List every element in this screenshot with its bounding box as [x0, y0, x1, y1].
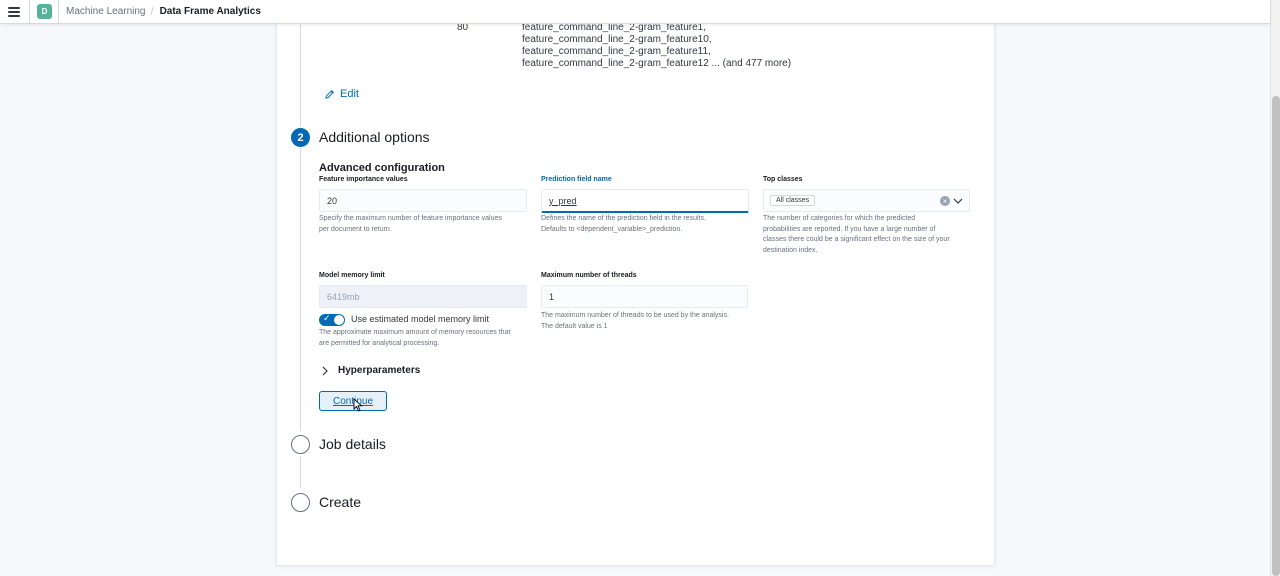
- breadcrumb-data-frame-analytics: Data Frame Analytics: [159, 6, 261, 17]
- help-line: Defaults to <dependent_variable>_predict…: [541, 225, 683, 233]
- step-title-additional-options: Additional options: [319, 129, 430, 145]
- step-title-job-details: Job details: [319, 436, 386, 452]
- hyperparameters-label: Hyperparameters: [338, 365, 421, 376]
- prediction-field-label: Prediction field name: [541, 176, 612, 183]
- included-field: feature_command_line_2-gram_feature11,: [522, 46, 711, 57]
- step-connector: [300, 456, 301, 488]
- top-classes-label: Top classes: [763, 176, 803, 183]
- model-memory-input[interactable]: 6419mb: [319, 285, 527, 308]
- chevron-right-icon: [322, 366, 328, 375]
- top-classes-help: The number of categories for which the p…: [763, 214, 950, 256]
- help-line: The approximate maximum amount of memory…: [319, 329, 511, 336]
- step-number-job-details: [291, 435, 310, 454]
- step-number-create: [291, 493, 310, 512]
- help-line: probabilities are reported. If you have …: [763, 225, 936, 233]
- edit-label: Edit: [340, 88, 359, 100]
- wizard-panel: 80 feature_command_line_2-gram_feature1,…: [276, 0, 995, 566]
- feature-importance-input[interactable]: 20: [319, 189, 527, 212]
- advanced-configuration-title: Advanced configuration: [319, 162, 445, 174]
- help-line: per document to return.: [319, 225, 392, 233]
- page-scrollbar[interactable]: [1270, 0, 1280, 576]
- max-threads-help: The maximum number of threads to be used…: [541, 311, 729, 332]
- estimated-memory-toggle[interactable]: ✓: [319, 313, 345, 326]
- prediction-field-help: Defines the name of the prediction field…: [541, 214, 706, 235]
- included-field: feature_command_line_2-gram_feature12 ..…: [522, 58, 792, 69]
- toggle-knob: [334, 315, 344, 325]
- help-line: The number of categories for which the p…: [763, 215, 916, 222]
- estimated-memory-toggle-label[interactable]: Use estimated model memory limit: [351, 314, 489, 324]
- max-threads-value: 1: [549, 291, 555, 302]
- prediction-field-input[interactable]: y_pred: [541, 189, 749, 213]
- top-classes-selected-pill[interactable]: All classes: [770, 195, 816, 206]
- clear-icon[interactable]: ×: [940, 196, 950, 206]
- check-icon: ✓: [323, 313, 331, 323]
- header-divider: [29, 0, 30, 24]
- max-threads-input[interactable]: 1: [541, 285, 748, 308]
- step-title-create: Create: [319, 494, 362, 510]
- scrollbar-thumb[interactable]: [1272, 96, 1280, 576]
- continue-button[interactable]: Continue: [319, 391, 387, 411]
- step-number-2: 2: [291, 128, 310, 147]
- help-line: are permitted for analytical processing.: [319, 339, 440, 347]
- hyperparameters-accordion[interactable]: Hyperparameters: [321, 365, 420, 376]
- help-line: Defines the name of the prediction field…: [541, 215, 706, 222]
- header-divider: [58, 0, 59, 24]
- feature-importance-help: Specify the maximum number of feature im…: [319, 214, 502, 235]
- feature-importance-label: Feature importance values: [319, 176, 408, 183]
- model-memory-help: The approximate maximum amount of memory…: [319, 328, 510, 349]
- included-fields-list: feature_command_line_2-gram_feature1, fe…: [522, 22, 791, 70]
- max-threads-label: Maximum number of threads: [541, 272, 637, 279]
- edit-button[interactable]: Edit: [324, 88, 359, 100]
- help-line: classes there could be a significant eff…: [763, 236, 950, 243]
- menu-icon: [8, 6, 20, 17]
- menu-button[interactable]: [0, 0, 28, 24]
- help-line: Specify the maximum number of feature im…: [319, 215, 502, 222]
- feature-importance-value: 20: [327, 195, 338, 206]
- top-classes-combobox[interactable]: All classes: [763, 189, 970, 212]
- model-memory-placeholder: 6419mb: [327, 291, 360, 302]
- pencil-icon: [325, 89, 334, 99]
- step-connector: [300, 148, 301, 431]
- prediction-field-value: y_pred: [549, 195, 577, 206]
- space-avatar[interactable]: D: [37, 4, 52, 19]
- chevron-down-icon[interactable]: [953, 197, 963, 205]
- help-line: The default value is 1: [541, 322, 608, 330]
- model-memory-label: Model memory limit: [319, 272, 385, 279]
- help-line: The maximum number of threads to be used…: [541, 312, 729, 319]
- breadcrumb-divider: /: [150, 5, 154, 18]
- help-line: destination index.: [763, 246, 818, 254]
- breadcrumb-machine-learning[interactable]: Machine Learning: [66, 6, 146, 17]
- included-field: feature_command_line_2-gram_feature10,: [522, 34, 712, 45]
- top-header: D Machine Learning / Data Frame Analytic…: [0, 0, 1270, 24]
